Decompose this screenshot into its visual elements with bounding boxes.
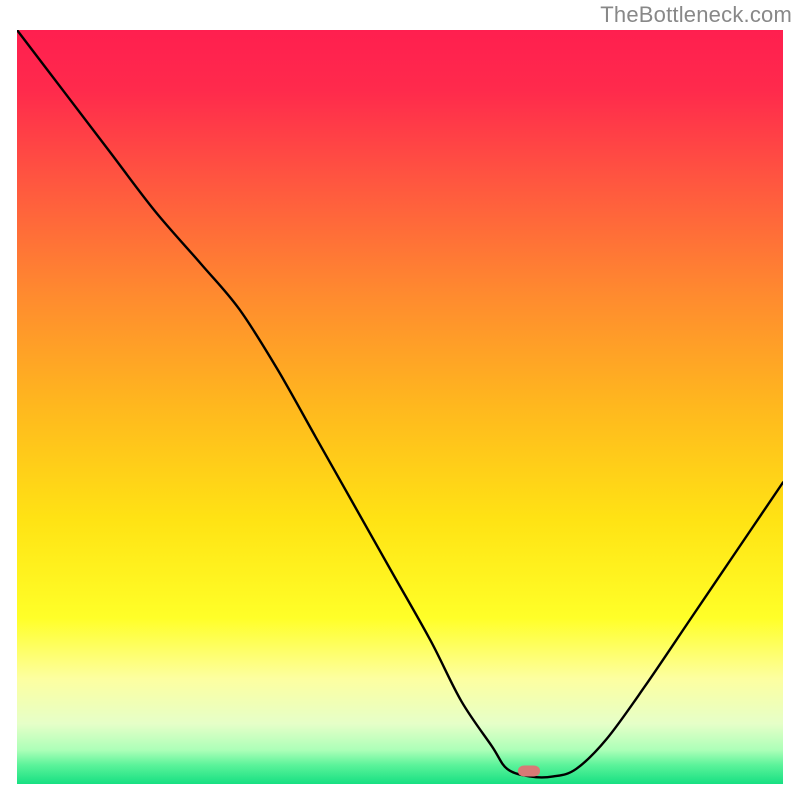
optimal-point-marker bbox=[518, 766, 540, 777]
chart-container: TheBottleneck.com bbox=[0, 0, 800, 800]
bottleneck-curve bbox=[17, 30, 783, 784]
plot-area bbox=[17, 30, 783, 784]
watermark-label: TheBottleneck.com bbox=[600, 2, 792, 28]
